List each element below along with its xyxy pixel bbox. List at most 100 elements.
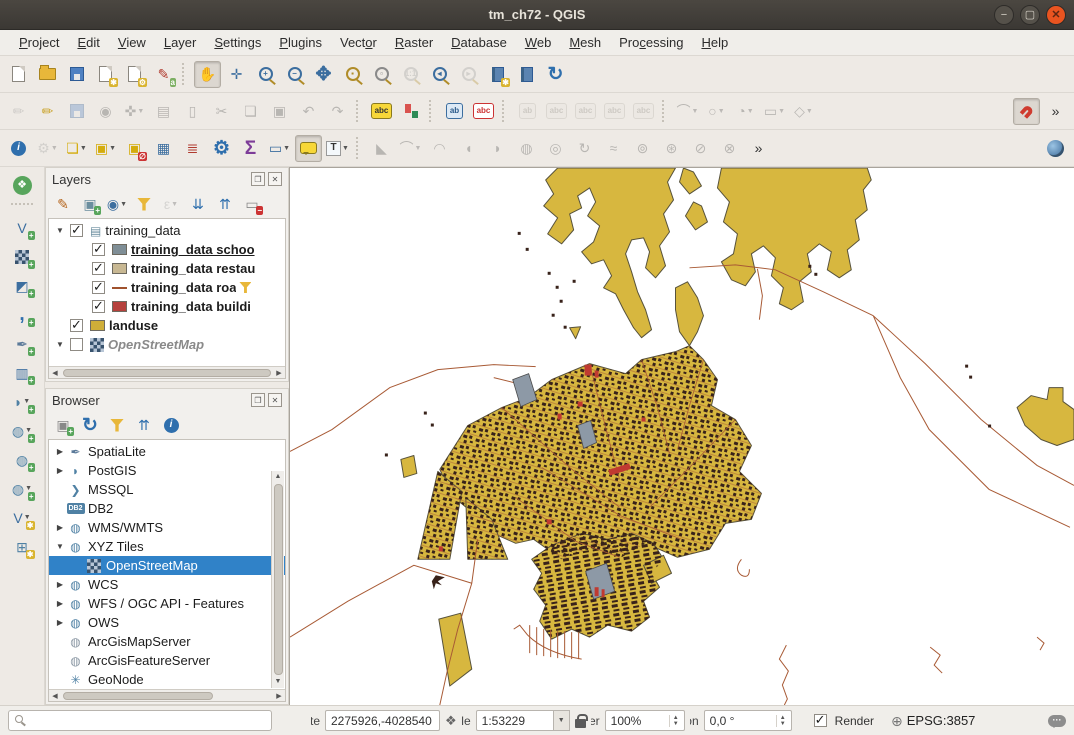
deselect-features[interactable]: ▣∅ [121,135,148,162]
visibility-checkbox[interactable] [92,262,105,275]
scroll-right-icon[interactable]: ▶ [273,369,285,377]
filter-browser[interactable] [105,413,129,437]
render-checkbox[interactable] [814,714,827,727]
highlight-pinned-labels[interactable]: abc [470,98,497,125]
rotation-spinner[interactable]: ▲▼ [776,715,786,727]
collapse-all[interactable]: ⇈ [213,192,237,216]
scrollbar-thumb[interactable] [274,484,283,675]
refresh-map[interactable]: ↻ [542,61,569,88]
layer-labeling-options[interactable]: abc [368,98,395,125]
maximize-button[interactable]: ▢ [1020,5,1040,25]
coordinate-box[interactable]: 2275926,-4028540 [325,710,440,731]
menu-plugins[interactable]: Plugins [270,32,331,53]
layer-landuse[interactable]: landuse [49,316,285,335]
zoom-in[interactable]: + [252,61,279,88]
menu-processing[interactable]: Processing [610,32,692,53]
magnifier-box[interactable]: 100% ▲▼ [605,710,685,731]
save-project[interactable] [63,61,90,88]
new-print-layout[interactable]: ✱ [92,61,119,88]
menu-vector[interactable]: Vector [331,32,386,53]
osm-place-search[interactable] [1042,135,1069,162]
browser-openstreetmap[interactable]: OpenStreetMap [49,556,285,575]
open-attribute-table[interactable]: ▦ [150,135,177,162]
remove-layer[interactable]: ▭− [240,192,264,216]
pan-map[interactable]: ✋ [194,61,221,88]
add-selected-layers[interactable]: ▣+ [51,413,75,437]
pan-to-selection[interactable]: ✛ [223,61,250,88]
add-virtual-layer[interactable]: ▥+ [9,359,36,386]
browser-spatialite[interactable]: ▶✒SpatiaLite [49,442,285,461]
browser-geonode[interactable]: ✳GeoNode [49,670,285,689]
add-vector-layer[interactable]: V+ [9,214,36,241]
browser-wfs[interactable]: ▶◍WFS / OGC API - Features [49,594,285,613]
menu-help[interactable]: Help [692,32,737,53]
measure-line[interactable]: ▭▼ [266,135,293,162]
open-project[interactable] [34,61,61,88]
browser-close-button[interactable]: ✕ [268,393,282,407]
browser-wcs[interactable]: ▶◍WCS [49,575,285,594]
layers-close-button[interactable]: ✕ [268,172,282,186]
layer-openstreetmap[interactable]: ▼OpenStreetMap [49,335,285,354]
expander-icon[interactable]: ▶ [53,466,67,475]
new-spatial-bookmark[interactable]: ✱ [484,61,511,88]
refresh-browser[interactable]: ↻ [78,413,102,437]
layer-diagram-options[interactable] [397,98,424,125]
map-canvas[interactable] [289,167,1074,705]
show-layout-manager[interactable]: ⚙ [121,61,148,88]
browser-mssql[interactable]: ❯MSSQL [49,480,285,499]
title-bar[interactable]: tm_ch72 - QGIS −▢✕ [0,0,1074,30]
zoom-full[interactable]: ✥ [310,61,337,88]
add-raster-layer[interactable]: + [9,243,36,270]
processing-toolbox[interactable]: ⚙ [208,135,235,162]
zoom-out[interactable]: − [281,61,308,88]
browser-db2[interactable]: DB2DB2 [49,499,285,518]
collapse-all-browser[interactable]: ⇈ [132,413,156,437]
menu-layer[interactable]: Layer [155,32,206,53]
menu-web[interactable]: Web [516,32,561,53]
visibility-checkbox[interactable] [70,338,83,351]
open-layer-styling-panel[interactable]: ✎ [51,192,75,216]
magnifier-spinner[interactable]: ▲▼ [669,715,679,727]
layer-training-data-buildings[interactable]: training_data buildi [49,297,285,316]
visibility-checkbox[interactable] [92,243,105,256]
add-group[interactable]: ▣+ [78,192,102,216]
toggle-editing[interactable]: ✏ [34,98,61,125]
map-tips[interactable] [295,135,322,162]
browser-arcgisfeatureserver[interactable]: ◍ArcGisFeatureServer [49,651,285,670]
zoom-to-selection[interactable]: ▪ [339,61,366,88]
open-data-source-manager[interactable]: ❖ [9,172,36,199]
menu-project[interactable]: Project [10,32,68,53]
toolbar-overflow[interactable]: » [1042,98,1069,125]
browser-postgis[interactable]: ▶◗PostGIS [49,461,285,480]
add-spatialite-layer[interactable]: ✒+ [9,330,36,357]
browser-arcgismapserver[interactable]: ◍ArcGisMapServer [49,632,285,651]
expander-icon[interactable]: ▶ [53,447,67,456]
scrollbar-thumb[interactable] [63,692,213,700]
crs-widget[interactable]: ⊕ EPSG:3857 [891,713,975,728]
browser-vertical-scrollbar[interactable]: ▲ ▼ [271,471,284,688]
filter-legend[interactable] [132,192,156,216]
scroll-up-icon[interactable]: ▲ [275,471,282,483]
toolbar-overflow-2[interactable]: » [745,135,772,162]
new-vector-layer[interactable]: V✱▼ [9,504,36,531]
layer-training-data-restaurants[interactable]: training_data restau [49,259,285,278]
scroll-left-icon[interactable]: ◀ [49,369,61,377]
add-delimited-text-layer[interactable]: ,+ [9,301,36,328]
message-log-icon[interactable]: ··· [1048,715,1066,727]
menu-raster[interactable]: Raster [386,32,442,53]
render-widget[interactable]: Render [811,714,874,728]
add-wfs-layer[interactable]: ◍+▼ [9,475,36,502]
visibility-checkbox[interactable] [92,281,105,294]
show-statistical-summary[interactable]: Σ [237,135,264,162]
expander-icon[interactable]: ▶ [53,580,67,589]
layers-float-button[interactable]: ❐ [251,172,265,186]
lock-scale-icon[interactable] [575,719,586,728]
visibility-checkbox[interactable] [92,300,105,313]
expander-icon[interactable]: ▶ [53,523,67,532]
menu-mesh[interactable]: Mesh [560,32,610,53]
select-features-by-value[interactable]: ▣▼ [92,135,119,162]
browser-horizontal-scrollbar[interactable]: ◀ ▶ [49,689,285,701]
layer-training-data-roads[interactable]: training_data roa [49,278,285,297]
menu-database[interactable]: Database [442,32,516,53]
visibility-checkbox[interactable] [70,224,83,237]
